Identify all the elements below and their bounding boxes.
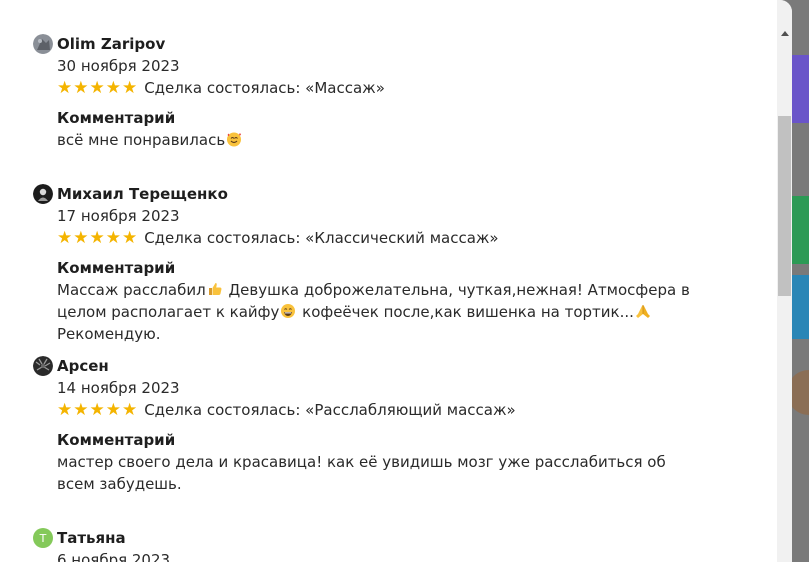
avatar[interactable]: Т <box>33 528 53 548</box>
grinning-face-icon <box>281 304 296 318</box>
review-date: 14 ноября 2023 <box>57 379 180 397</box>
review-item: Арсен 14 ноября 2023 ★★★★★ Сделка состоя… <box>33 355 753 495</box>
avatar[interactable] <box>33 34 53 54</box>
rating-stars: ★★★★★ <box>57 78 139 98</box>
reviews-list[interactable]: Olim Zaripov 30 ноября 2023 ★★★★★ Сделка… <box>0 0 777 562</box>
review-date: 30 ноября 2023 <box>57 57 180 75</box>
smiling-face-with-hearts-icon <box>227 132 242 147</box>
avatar[interactable] <box>33 184 53 204</box>
review-item: Т Татьяна 6 ноября 2023 <box>33 527 753 562</box>
scrollbar-thumb[interactable] <box>778 116 791 296</box>
folded-hands-icon <box>635 305 650 318</box>
review-date: 17 ноября 2023 <box>57 207 180 225</box>
review-item: Olim Zaripov 30 ноября 2023 ★★★★★ Сделка… <box>33 33 753 151</box>
deal-info: Сделка состоялась: «Массаж» <box>144 79 385 97</box>
comment-text: всё мне понравилась <box>57 129 737 151</box>
scrollbar[interactable] <box>777 0 792 562</box>
deal-info: Сделка состоялась: «Классический массаж» <box>144 229 499 247</box>
reviewer-name[interactable]: Михаил Терещенко <box>57 185 228 203</box>
comment-label: Комментарий <box>57 259 176 277</box>
review-date: 6 ноября 2023 <box>57 551 171 562</box>
scroll-up-arrow-icon[interactable] <box>777 26 792 40</box>
comment-label: Комментарий <box>57 109 176 127</box>
review-header: Т Татьяна <box>33 527 753 549</box>
reviewer-name[interactable]: Арсен <box>57 357 109 375</box>
reviews-modal: Olim Zaripov 30 ноября 2023 ★★★★★ Сделка… <box>0 0 792 562</box>
avatar[interactable] <box>33 356 53 376</box>
review-header: Арсен <box>33 355 753 377</box>
thumbs-up-icon <box>208 283 222 295</box>
rating-stars: ★★★★★ <box>57 400 139 420</box>
comment-label: Комментарий <box>57 431 176 449</box>
comment-text: мастер своего дела и красавица! как её у… <box>57 453 666 493</box>
reviewer-name[interactable]: Olim Zaripov <box>57 35 165 53</box>
comment-text: Массаж расслабил Девушка доброжелательна… <box>57 281 690 343</box>
deal-info: Сделка состоялась: «Расслабляющий массаж… <box>144 401 516 419</box>
rating-stars: ★★★★★ <box>57 228 139 248</box>
review-header: Olim Zaripov <box>33 33 753 55</box>
reviewer-name[interactable]: Татьяна <box>57 529 126 547</box>
review-header: Михаил Терещенко <box>33 183 753 205</box>
review-item: Михаил Терещенко 17 ноября 2023 ★★★★★ Сд… <box>33 183 753 345</box>
